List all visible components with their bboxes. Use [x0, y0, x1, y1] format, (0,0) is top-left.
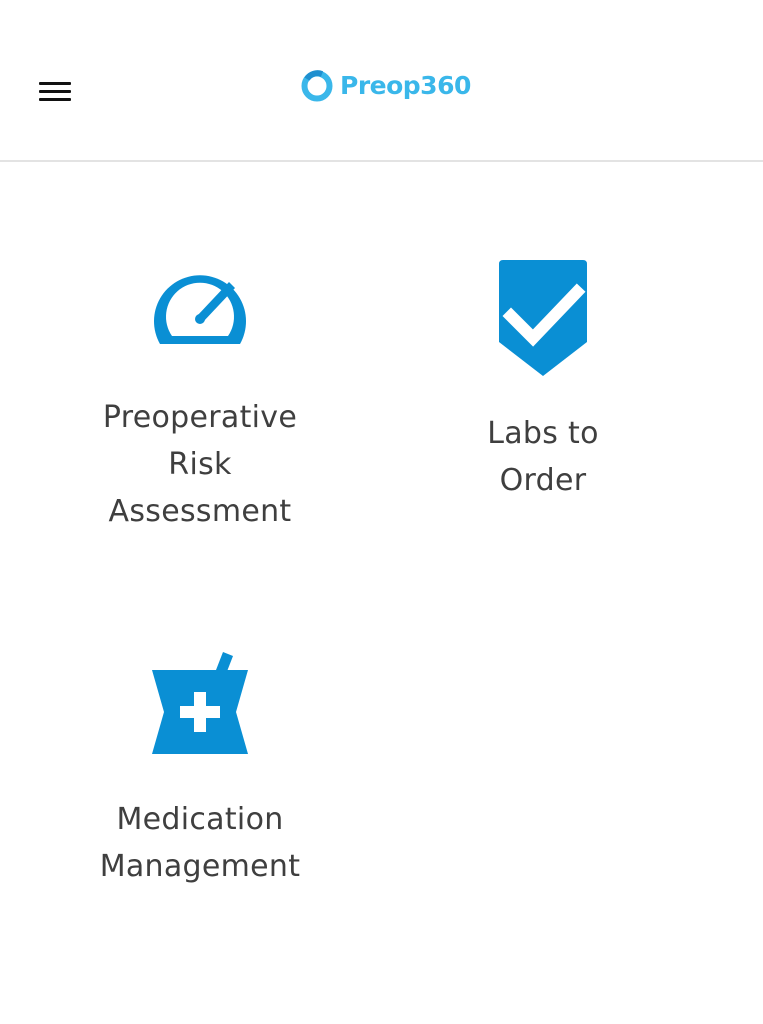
top-header: Preop360: [0, 0, 763, 162]
tile-label: Medication Management: [100, 796, 301, 890]
speedometer-gauge-icon: [145, 258, 255, 350]
tile-labs-to-order[interactable]: Labs to Order: [403, 258, 683, 504]
label-line: Management: [99, 849, 301, 884]
menu-bar: [39, 82, 71, 85]
tile-label: Labs to Order: [487, 410, 599, 504]
label-line: Order: [499, 463, 587, 498]
tile-medication-management[interactable]: Medication Management: [60, 648, 340, 890]
menu-bar: [39, 90, 71, 93]
mortar-pestle-plus-icon: [150, 648, 250, 758]
label-line: Risk: [168, 447, 232, 482]
menu-bar: [39, 98, 71, 101]
label-line: Preoperative: [102, 400, 298, 435]
ring-logo-icon: [301, 70, 333, 102]
hamburger-menu-icon[interactable]: [36, 78, 74, 106]
tile-label: Preoperative Risk Assessment: [103, 394, 297, 535]
app-screen: Preop360 Preoperative Risk Assessment La…: [0, 0, 763, 1024]
app-logo[interactable]: Preop360: [300, 66, 471, 106]
tile-preoperative-risk-assessment[interactable]: Preoperative Risk Assessment: [60, 258, 340, 535]
label-line: Assessment: [108, 494, 292, 529]
label-line: Labs to: [487, 416, 599, 451]
logo-text: Preop360: [340, 71, 471, 100]
shield-checkmark-icon: [493, 258, 593, 380]
label-line: Medication: [116, 802, 284, 837]
